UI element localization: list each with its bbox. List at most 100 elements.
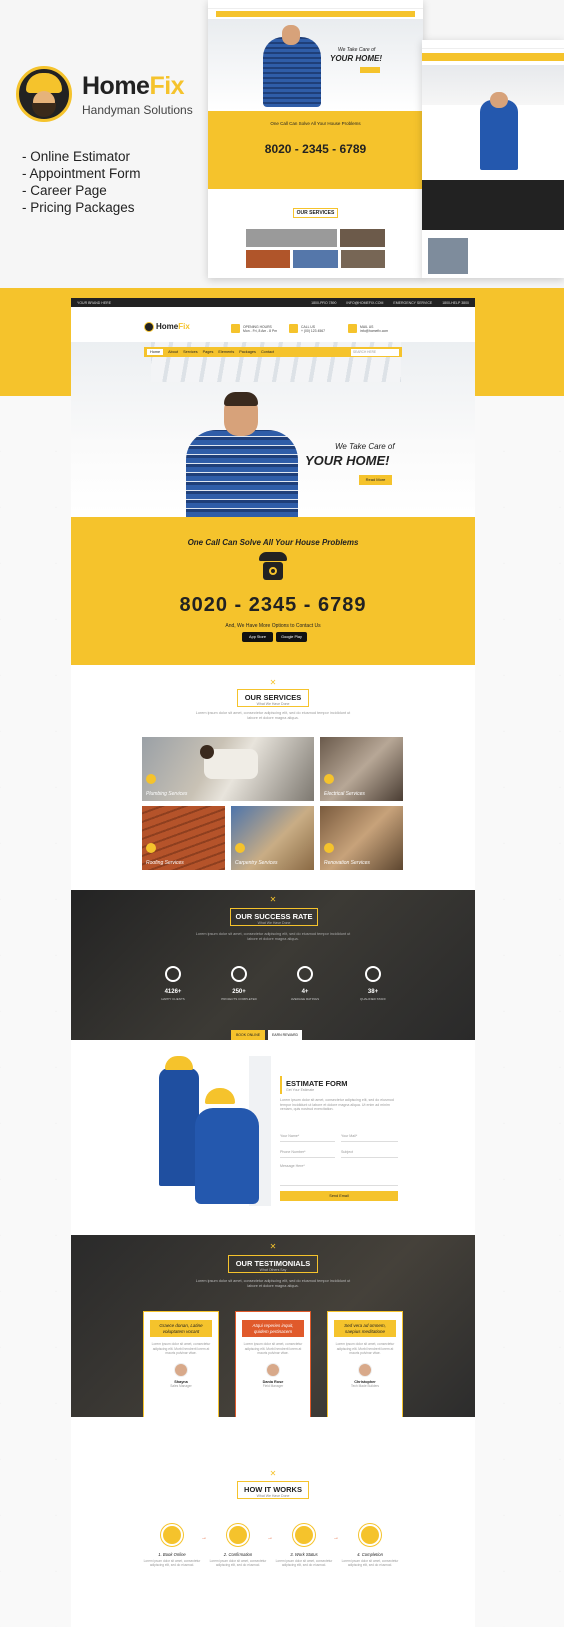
logo-icon (144, 322, 154, 332)
service-card-carpentry[interactable]: Carpentry Services (231, 806, 314, 870)
service-card-roofing[interactable]: Roofing Services (142, 806, 225, 870)
brand-name: HomeFix (82, 72, 185, 100)
template-page: YOUR BRAND HERE 1800-PRO 7890 INFO@HOMEF… (71, 298, 475, 1627)
estimate-desc: Lorem ipsum dolor sit amet, consectetur … (280, 1098, 394, 1111)
call-subtitle: And, We Have More Options to Contact Us (225, 623, 321, 629)
testimonials-section: ✕ OUR TESTIMONIALS What Others Say Lorem… (71, 1235, 475, 1431)
step-completion: 4. Completion Lorem ipsum dolor sit amet… (340, 1524, 400, 1567)
name-field[interactable]: Your Name* (280, 1132, 335, 1142)
google-play-button[interactable]: Google Play (276, 632, 307, 642)
how-heading: HOW IT WORKS What We Have Done (237, 1481, 309, 1499)
nav-about[interactable]: About (168, 350, 178, 354)
service-card-renovation[interactable]: Renovation Services (320, 806, 403, 870)
avatar (174, 1362, 188, 1377)
wrench-icon: ✕ (269, 678, 277, 687)
site-header: HomeFix OPENING HOURS Mon - Fri, 8 Am - 8… (71, 307, 475, 342)
success-desc: Lorem ipsum dolor sit amet, consectetur … (195, 932, 351, 941)
preview-services-title: OUR SERVICES (292, 208, 339, 218)
app-store-button[interactable]: App Store (242, 632, 273, 642)
mail-icon (348, 324, 357, 333)
call-section: One Call Can Solve All Your House Proble… (71, 517, 475, 665)
wrench-icon: ✕ (269, 1469, 277, 1478)
stat-projects: 250+ PROJECTS COMPLETED (219, 966, 259, 1001)
nav-packages[interactable]: Packages (239, 350, 256, 354)
stat-staff: 38+ QUALIFIED STAFF (353, 966, 393, 1001)
nav-services[interactable]: Services (183, 350, 198, 354)
header-mail: MAIL US info@homefix.com (348, 324, 388, 333)
clock-icon (231, 324, 240, 333)
hero-title: YOUR HOME! (305, 453, 390, 468)
stat-ratings: 4+ AVERAGE RATINGS (285, 966, 325, 1001)
top-bar: YOUR BRAND HERE 1800-PRO 7890 INFO@HOMEF… (71, 298, 475, 307)
handshake-icon (227, 1524, 249, 1546)
call-number[interactable]: 8020 - 2345 - 6789 (71, 594, 475, 617)
testimonial-card: Graece donan, Latine voluptatem vocant L… (143, 1311, 219, 1431)
site-logo[interactable]: HomeFix (144, 322, 190, 332)
arrow-icon: → (267, 1535, 273, 1541)
avatar (358, 1362, 372, 1377)
arrow-icon: → (201, 1535, 207, 1541)
top-bar-phone[interactable]: 1800-PRO 7890 (311, 301, 336, 305)
preview-title: YOUR HOME! (330, 54, 382, 63)
nav-home[interactable]: Home (147, 349, 164, 355)
estimate-section: ESTIMATE FORM Get Your Estimate Lorem ip… (71, 1040, 475, 1235)
preview-call-band: One Call Can Solve All Your House Proble… (208, 111, 423, 189)
badge-icon (359, 1524, 381, 1546)
email-field[interactable]: Your Mail* (341, 1132, 398, 1142)
top-bar-email[interactable]: INFO@HOMEFIX.COM (346, 301, 383, 305)
services-section: ✕ OUR SERVICES What We Have Done Lorem i… (71, 665, 475, 890)
services-desc: Lorem ipsum dolor sit amet, consectetur … (195, 711, 351, 720)
preview-thumbnail-about (422, 40, 564, 278)
preview-number: 8020 - 2345 - 6789 (264, 142, 367, 156)
worker-icon (231, 966, 247, 982)
wrench-tool-icon (293, 1524, 315, 1546)
team-icon (165, 966, 181, 982)
header-hours: OPENING HOURS Mon - Fri, 8 Am - 8 Pm (231, 324, 277, 333)
handyman-logo-icon (16, 66, 72, 122)
testimonials-heading: OUR TESTIMONIALS What Others Say (228, 1255, 318, 1273)
nav-elements[interactable]: Elements (218, 350, 234, 354)
service-card-electrical[interactable]: Electrical Services (320, 737, 403, 801)
phone-field[interactable]: Phone Number* (280, 1148, 335, 1158)
nav-contact[interactable]: Contact (261, 350, 274, 354)
roofing-icon (146, 843, 156, 853)
header-call: CALL US + (00) 123 4567 (289, 324, 325, 333)
tab-book-online[interactable]: BOOK ONLINE (231, 1030, 265, 1040)
services-heading: OUR SERVICES What We Have Done (237, 689, 309, 707)
calendar-icon (161, 1524, 183, 1546)
call-title: One Call Can Solve All Your House Proble… (187, 538, 359, 547)
message-field[interactable]: Message Here* (280, 1164, 398, 1186)
step-work-status: 3. Work Status Lorem ipsum dolor sit ame… (274, 1524, 334, 1567)
stat-happy-clients: 4126+ HAPPY CLIENTS (153, 966, 193, 1001)
telephone-icon (259, 552, 287, 582)
electrical-icon (324, 774, 334, 784)
tab-earn-reward[interactable]: EARN REWARD (268, 1030, 302, 1040)
search-input[interactable]: SEARCH HERE (351, 348, 399, 356)
preview-thumbnail-home: We Take Care of YOUR HOME! One Call Can … (208, 0, 423, 278)
wrench-icon: ✕ (269, 895, 277, 904)
nav-pages[interactable]: Pages (203, 350, 214, 354)
top-bar-emergency: EMERGENCY SERVICE (393, 300, 433, 305)
step-book-online: 1. Book Online Lorem ipsum dolor sit ame… (142, 1524, 202, 1567)
person-icon (365, 966, 381, 982)
success-heading: OUR SUCCESS RATE What We Have Done (230, 908, 318, 926)
feature-list: - Online Estimator - Appointment Form - … (22, 148, 141, 216)
top-bar-help[interactable]: 1800-HELP 3800 (442, 301, 469, 305)
preview-call-title: One Call Can Solve All Your House Proble… (270, 121, 361, 126)
read-more-button[interactable]: Read More (359, 475, 392, 485)
carpentry-icon (235, 843, 245, 853)
phone-icon (289, 324, 298, 333)
preview-hero: We Take Care of YOUR HOME! (208, 19, 423, 111)
feature-item: - Online Estimator (22, 149, 131, 164)
globe-icon (297, 966, 313, 982)
avatar (266, 1362, 280, 1377)
estimate-heading: ESTIMATE FORM Get Your Estimate (280, 1076, 350, 1094)
subject-select[interactable]: Subject (341, 1148, 398, 1158)
arrow-icon: → (333, 1535, 339, 1541)
feature-item: - Appointment Form (22, 166, 141, 181)
brand-tagline: Handyman Solutions (82, 103, 193, 117)
preview-slogan: We Take Care of (338, 47, 376, 53)
send-email-button[interactable]: Send Email (280, 1191, 398, 1201)
service-card-plumbing[interactable]: Plumbing Services (142, 737, 314, 801)
renovation-icon (324, 843, 334, 853)
